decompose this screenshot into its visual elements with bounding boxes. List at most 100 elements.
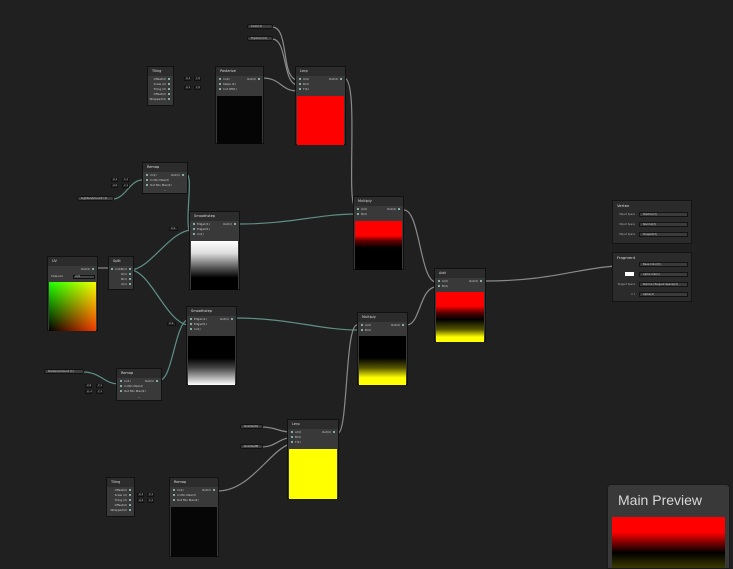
node-preview <box>217 96 262 144</box>
output-port[interactable]: Out(1) <box>171 173 184 178</box>
output-port[interactable]: Out(1) <box>202 488 215 493</box>
node-preview <box>297 96 344 145</box>
smoothstep-top-node[interactable]: Smoothstep Edge1(1) Edge2(1) In(1) Out(1… <box>189 211 240 290</box>
input-port[interactable]: T(4) <box>291 440 301 445</box>
expand-icon[interactable]: ⌄ <box>137 396 141 399</box>
vertex-context[interactable]: Vertex Object Space Position(3) Object S… <box>612 200 692 244</box>
input-value[interactable]: Y 1 <box>122 178 129 182</box>
input-value[interactable]: X 1 <box>184 77 191 81</box>
alpha-clip-slot[interactable]: Alpha Clip(1) <box>639 272 688 277</box>
output-port[interactable]: Out(4) <box>247 77 260 82</box>
smoothstep-bottom-node[interactable]: Smoothstep Edge1(1) Edge2(1) In(1) Out(1… <box>186 306 237 385</box>
node-title: Smoothstep <box>190 212 239 221</box>
node-title: Remap <box>117 369 161 378</box>
add-node[interactable]: Add A(4) B(4) Out(4) <box>434 268 486 342</box>
base-color-slot[interactable]: Base Color(3) <box>639 262 688 267</box>
tiling-offset-node[interactable]: Tiling Offset(2) Scale (2) Tiling (2) Of… <box>147 66 174 106</box>
bottom-color-property[interactable]: Color(1) <box>247 24 273 29</box>
lighten-amount-property[interactable]: LightenAmount (1) <box>77 196 114 201</box>
channel-dropdown[interactable]: UV0 <box>73 275 95 279</box>
shader-graph-canvas[interactable]: Color(1) TopColor(4) LightenAmount (1) D… <box>0 0 733 569</box>
slot-space-label: Object Space <box>619 223 635 226</box>
vertex-tangent-slot[interactable]: Tangent(3) <box>639 232 688 237</box>
node-preview <box>436 292 484 342</box>
channel-label: Channel <box>51 274 63 278</box>
lerp-color-node[interactable]: Lerp A(4) B(4) T(4) Out(4) <box>295 66 346 145</box>
input-value[interactable]: Y 1 <box>147 493 154 497</box>
input-port[interactable]: Out Min Max(2) <box>146 183 172 188</box>
alpha-slot[interactable]: Alpha(1) <box>639 292 688 297</box>
vertex-position-slot[interactable]: Position(3) <box>639 212 688 217</box>
expand-icon[interactable]: ⌄ <box>163 189 167 192</box>
node-title: Tiling <box>107 478 134 487</box>
darken-amount-property[interactable]: DarkenAmount (1) <box>44 369 84 374</box>
color-swatch[interactable] <box>625 272 634 276</box>
node-preview <box>191 241 238 290</box>
input-port[interactable]: In(1) <box>190 327 201 332</box>
split-node[interactable]: Split In(4) R(1) G(1) B(1) A(1) <box>108 256 134 290</box>
node-title: Remap <box>170 478 218 487</box>
output-port[interactable]: Out(4) <box>329 77 342 82</box>
node-title: Posterize <box>216 67 263 76</box>
node-preview <box>49 282 96 331</box>
main-preview-panel[interactable]: Main Preview <box>607 484 730 569</box>
remap-bottom-node[interactable]: Remap In(1) In Min Max(2) Out Min Max(2)… <box>116 368 162 401</box>
input-value[interactable]: X 1 <box>184 86 191 90</box>
tiling-bottom-node[interactable]: Tiling Offset(2) Scale (2) Tiling (2) Of… <box>106 477 135 517</box>
fragment-context[interactable]: Fragment Base Color(3) Alpha Clip(1) Tan… <box>612 252 692 302</box>
output-port[interactable]: Out(4) <box>387 207 400 212</box>
remap-third-node[interactable]: Remap In(1) In Min Max(2) Out Min Max(2)… <box>169 477 219 557</box>
vertex-normal-slot[interactable]: Normal(3) <box>639 222 688 227</box>
input-port[interactable]: Out Min Max(2) <box>120 389 146 394</box>
posterize-node[interactable]: Posterize In(4) Steps (4) Cut Off(1) Out… <box>215 66 264 144</box>
output-port[interactable]: Out(4) <box>322 430 335 435</box>
node-title: Multiply <box>354 197 403 206</box>
output-port[interactable]: A(1) <box>121 282 131 287</box>
input-port[interactable]: T(4) <box>299 87 309 92</box>
input-value[interactable]: X 1 <box>137 493 144 497</box>
output-port[interactable]: Out(1) <box>220 317 233 322</box>
input-value[interactable]: X 0 <box>85 384 92 388</box>
uv-node[interactable]: UV Out(4) Channel UV0 <box>47 256 98 331</box>
input-value[interactable]: X 0 <box>111 184 118 188</box>
context-title: Vertex <box>613 201 691 210</box>
output-port[interactable]: Out(1) <box>223 222 236 227</box>
input-port[interactable]: Out Min Max(2) <box>173 498 199 503</box>
input-value[interactable]: Y 0 <box>194 86 201 90</box>
lerp-bottom-node[interactable]: Lerp A(4) B(4) T(4) Out(4) <box>287 419 339 499</box>
input-port[interactable]: B(4) <box>438 284 448 289</box>
input-value[interactable]: X 1 <box>111 178 118 182</box>
input-port[interactable]: B(4) <box>357 212 367 217</box>
output-port[interactable]: Out(4) <box>81 267 94 272</box>
output-port[interactable]: Out(1) <box>145 379 158 384</box>
input-port[interactable]: In(1) <box>193 232 204 237</box>
node-preview <box>171 507 217 557</box>
node-title: Multiply <box>358 313 407 322</box>
gradient-end-property[interactable]: GradientB <box>240 444 263 449</box>
input-value[interactable]: Y 0 <box>194 77 201 81</box>
input-port[interactable]: Cut Off(1) <box>219 87 237 92</box>
output-port[interactable]: Out(4) <box>469 279 482 284</box>
input-value[interactable]: X 0 <box>137 499 144 503</box>
input-value[interactable]: Y 1 <box>122 184 129 188</box>
input-value[interactable]: Y 1 <box>96 390 103 394</box>
port-label: Wrapped(2) <box>110 508 131 513</box>
multiply-top-node[interactable]: Multiply A(4) B(4) Out(4) <box>353 196 404 270</box>
slot-space-label: Tangent Space <box>617 283 635 286</box>
input-value[interactable]: X 0 <box>167 322 176 326</box>
multiply-bottom-node[interactable]: Multiply A(4) B(4) Out(4) <box>357 312 408 385</box>
context-title: Fragment <box>613 253 691 262</box>
normal-slot[interactable]: Normal (Tangent Space)(3) <box>639 282 688 287</box>
slot-space-label: X 1 <box>631 293 635 296</box>
gradient-start-property[interactable]: GradientA <box>240 424 263 429</box>
input-value[interactable]: X -1 <box>85 390 92 394</box>
top-color-property[interactable]: TopColor(4) <box>247 36 273 41</box>
main-preview-view[interactable] <box>612 517 725 568</box>
input-value[interactable]: X 0 <box>169 227 178 231</box>
remap-top-node[interactable]: Remap In(1) In Min Max(2) Out Min Max(2)… <box>142 162 188 194</box>
input-value[interactable]: Y 1 <box>147 499 154 503</box>
node-title: UV <box>48 257 97 266</box>
input-value[interactable]: Y 1 <box>96 384 103 388</box>
input-port[interactable]: B(4) <box>361 328 371 333</box>
output-port[interactable]: Out(4) <box>391 323 404 328</box>
